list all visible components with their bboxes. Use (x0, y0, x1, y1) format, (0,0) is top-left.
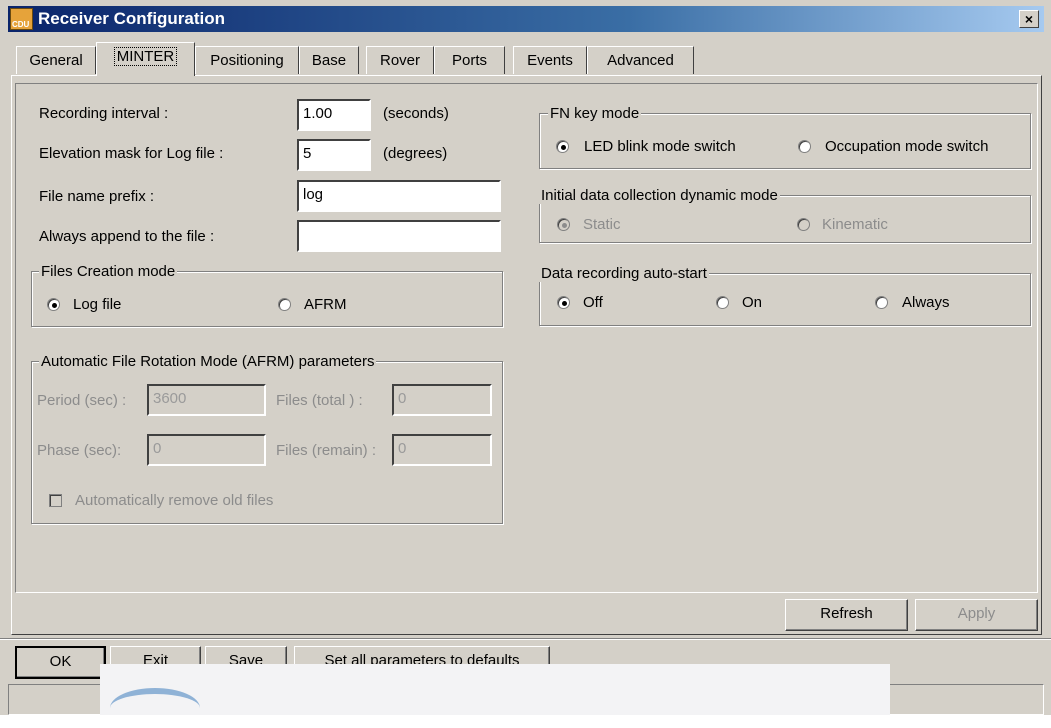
auto-remove-label: Automatically remove old files (75, 492, 274, 509)
recording-interval-input[interactable]: 1.00 (297, 99, 371, 131)
files-creation-mode-title: Files Creation mode (39, 263, 178, 280)
tab-general[interactable]: General (16, 46, 96, 74)
auto-start-on-radio[interactable] (716, 296, 729, 309)
auto-start-title: Data recording auto-start (539, 265, 709, 282)
ok-button[interactable]: OK (15, 646, 106, 679)
log-file-radio-label: Log file (73, 296, 122, 313)
refresh-button[interactable]: Refresh (785, 599, 908, 631)
kinematic-radio-label: Kinematic (822, 216, 888, 233)
auto-start-always-label: Always (902, 294, 950, 311)
static-radio-label: Static (583, 216, 621, 233)
always-append-input[interactable] (297, 220, 501, 252)
tab-ports[interactable]: Ports (434, 46, 505, 74)
led-blink-radio[interactable] (556, 140, 569, 153)
window-title: Receiver Configuration (38, 9, 226, 28)
elevation-mask-label: Elevation mask for Log file : (39, 145, 224, 162)
afrm-parameters-title: Automatic File Rotation Mode (AFRM) para… (39, 353, 377, 370)
file-name-prefix-input[interactable]: log (297, 180, 501, 212)
always-append-label: Always append to the file : (39, 228, 215, 245)
occupation-mode-radio-label: Occupation mode switch (825, 138, 989, 155)
swoosh-icon (110, 688, 200, 728)
auto-start-off-label: Off (583, 294, 603, 311)
auto-start-always-radio[interactable] (875, 296, 888, 309)
files-remain-label: Files (remain) : (276, 442, 377, 459)
recording-interval-label: Recording interval : (39, 105, 169, 122)
fn-key-mode-title: FN key mode (548, 105, 642, 122)
close-icon[interactable]: × (1019, 10, 1039, 28)
afrm-radio-label: AFRM (304, 296, 347, 313)
separator (0, 638, 1051, 640)
led-blink-radio-label: LED blink mode switch (584, 138, 736, 155)
afrm-radio[interactable] (278, 298, 291, 311)
occupation-mode-radio[interactable] (798, 140, 811, 153)
tab-base[interactable]: Base (299, 46, 359, 74)
recording-interval-unit: (seconds) (383, 105, 449, 122)
auto-start-off-radio[interactable] (557, 296, 570, 309)
files-total-input[interactable]: 0 (392, 384, 492, 416)
background-logo (100, 664, 890, 715)
tab-minter[interactable]: MINTER (96, 42, 195, 76)
files-remain-input[interactable]: 0 (392, 434, 492, 466)
kinematic-radio[interactable] (797, 218, 810, 231)
static-radio[interactable] (557, 218, 570, 231)
app-icon: CDU (10, 8, 33, 30)
tab-events[interactable]: Events (513, 46, 587, 74)
period-label: Period (sec) : (37, 392, 127, 409)
tab-rover[interactable]: Rover (366, 46, 434, 74)
tab-advanced[interactable]: Advanced (587, 46, 694, 74)
auto-remove-checkbox[interactable] (49, 494, 62, 507)
file-name-prefix-label: File name prefix : (39, 188, 155, 205)
elevation-mask-unit: (degrees) (383, 145, 448, 162)
phase-label: Phase (sec): (37, 442, 122, 459)
files-total-label: Files (total ) : (276, 392, 363, 409)
dynamic-mode-title: Initial data collection dynamic mode (539, 187, 780, 204)
apply-button[interactable]: Apply (915, 599, 1038, 631)
tab-positioning[interactable]: Positioning (195, 46, 299, 74)
elevation-mask-input[interactable]: 5 (297, 139, 371, 171)
auto-start-on-label: On (742, 294, 763, 311)
period-input[interactable]: 3600 (147, 384, 266, 416)
log-file-radio[interactable] (47, 298, 60, 311)
phase-input[interactable]: 0 (147, 434, 266, 466)
